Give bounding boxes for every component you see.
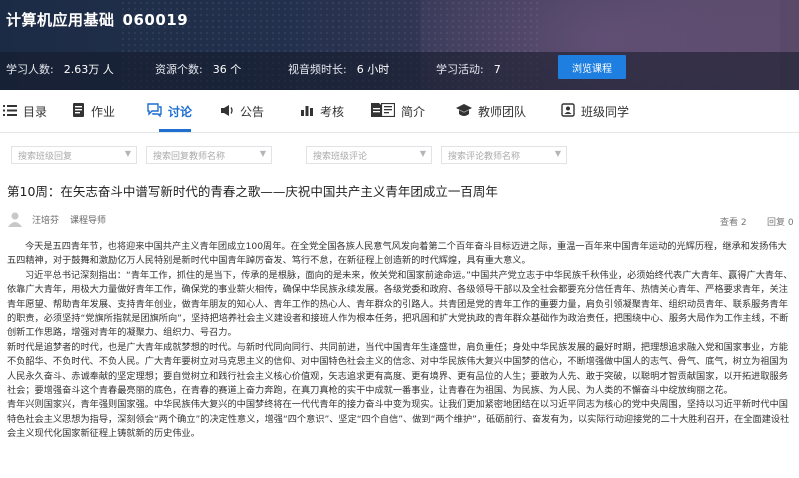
stat-learners: 学习人数: 2.63万 人 <box>6 63 114 76</box>
homework-icon <box>72 103 85 120</box>
course-code: 060019 <box>122 11 189 29</box>
tab-teachers[interactable]: 教师团队 <box>456 103 526 121</box>
topic-title[interactable]: 第10周：在矢志奋斗中谱写新时代的青春之歌——庆祝中国共产主义青年团成立一百周年 <box>7 181 498 200</box>
tab-label: 简介 <box>401 105 426 119</box>
author-role: 课程导师 <box>70 216 107 226</box>
browse-course-button[interactable]: 浏览课程 <box>558 55 626 79</box>
active-tab-indicator <box>159 129 191 132</box>
course-title: 计算机应用基础 060019 <box>6 9 188 30</box>
chevron-down-icon: ▼ <box>419 149 426 158</box>
content-paragraph: 青年兴则国家兴，青年强则国家强。中华民族伟大复兴的中国梦终将在一代代青年的接力奋… <box>7 399 790 440</box>
tab-label: 作业 <box>91 105 116 119</box>
tab-intro[interactable]: 简介 <box>380 102 426 121</box>
tab-classmates[interactable]: 班级同学 <box>561 103 629 121</box>
tab-catalog[interactable]: 目录 <box>3 103 47 121</box>
stat-resources: 资源个数: 36 个 <box>155 63 242 76</box>
content-paragraph: 习近平总书记深刻指出：“青年工作，抓住的是当下，传承的是根脉，面向的是未来，攸关… <box>7 269 793 339</box>
tab-label: 目录 <box>23 105 48 119</box>
content-paragraph: 今天是五四青年节，也将迎来中国共产主义青年团成立100周年。在全党全国各族人民意… <box>7 241 787 267</box>
classmates-icon <box>561 103 575 120</box>
list-icon <box>3 104 17 120</box>
stat-activities: 学习活动: 7 <box>436 63 501 76</box>
avatar <box>7 211 23 227</box>
teachers-icon <box>456 103 472 120</box>
discussion-icon <box>147 103 162 120</box>
tab-announcements[interactable]: 公告 <box>220 103 264 121</box>
filter-class-replies[interactable]: 搜索班级回复 ▼ <box>11 146 137 164</box>
filter-comment-teacher[interactable]: 搜索评论教师名称 ▼ <box>441 146 567 164</box>
author-name[interactable]: 汪培芬 <box>32 213 59 226</box>
chevron-down-icon: ▼ <box>124 149 131 158</box>
tab-label: 班级同学 <box>581 105 630 119</box>
filter-class-comments[interactable]: 搜索班级评论 ▼ <box>306 146 432 164</box>
course-banner: 计算机应用基础 060019 学习人数: 2.63万 人 资源个数: 36 个 视音频… <box>0 0 799 90</box>
tab-assessment[interactable]: 考核 <box>300 103 344 121</box>
stat-media-duration: 视音频时长: 6 小时 <box>288 63 390 76</box>
course-name: 计算机应用基础 <box>6 11 115 29</box>
discussion-filters: 搜索班级回复 ▼ 搜索回复教师名称 ▼ 搜索班级评论 ▼ 搜索评论教师名称 ▼ <box>0 133 799 175</box>
reply-count[interactable]: 回复 0 <box>767 215 794 228</box>
tab-label: 公告 <box>240 105 265 119</box>
tab-label: 考核 <box>320 105 345 119</box>
tab-discussion[interactable]: 讨论 <box>147 103 192 121</box>
author-row: 汪培芬 课程导师 查看 2 回复 0 <box>0 208 799 230</box>
course-tabs: 目录 作业 讨论 公告 考核 简介 教师团队 班级同学 <box>0 90 799 133</box>
content-paragraph: 新时代是追梦者的时代，也是广大青年成就梦想的时代。与新时代同向同行、共同前进，当… <box>7 341 788 397</box>
announcement-icon <box>220 104 234 120</box>
intro-icon <box>380 102 396 120</box>
topic-content: 今天是五四青年节，也将迎来中国共产主义青年团成立100周年。在全党全国各族人民意… <box>7 240 793 442</box>
course-stats-bar: 学习人数: 2.63万 人 资源个数: 36 个 视音频时长: 6 小时 学习活动: 7 <box>0 52 799 90</box>
chevron-down-icon: ▼ <box>554 149 561 158</box>
assessment-icon <box>300 104 314 120</box>
view-count: 查看 2 <box>720 218 747 228</box>
chevron-down-icon: ▼ <box>259 149 266 158</box>
tab-homework[interactable]: 作业 <box>72 103 115 121</box>
tab-label: 讨论 <box>168 105 193 119</box>
tab-label: 教师团队 <box>478 105 527 119</box>
filter-reply-teacher[interactable]: 搜索回复教师名称 ▼ <box>146 146 272 164</box>
